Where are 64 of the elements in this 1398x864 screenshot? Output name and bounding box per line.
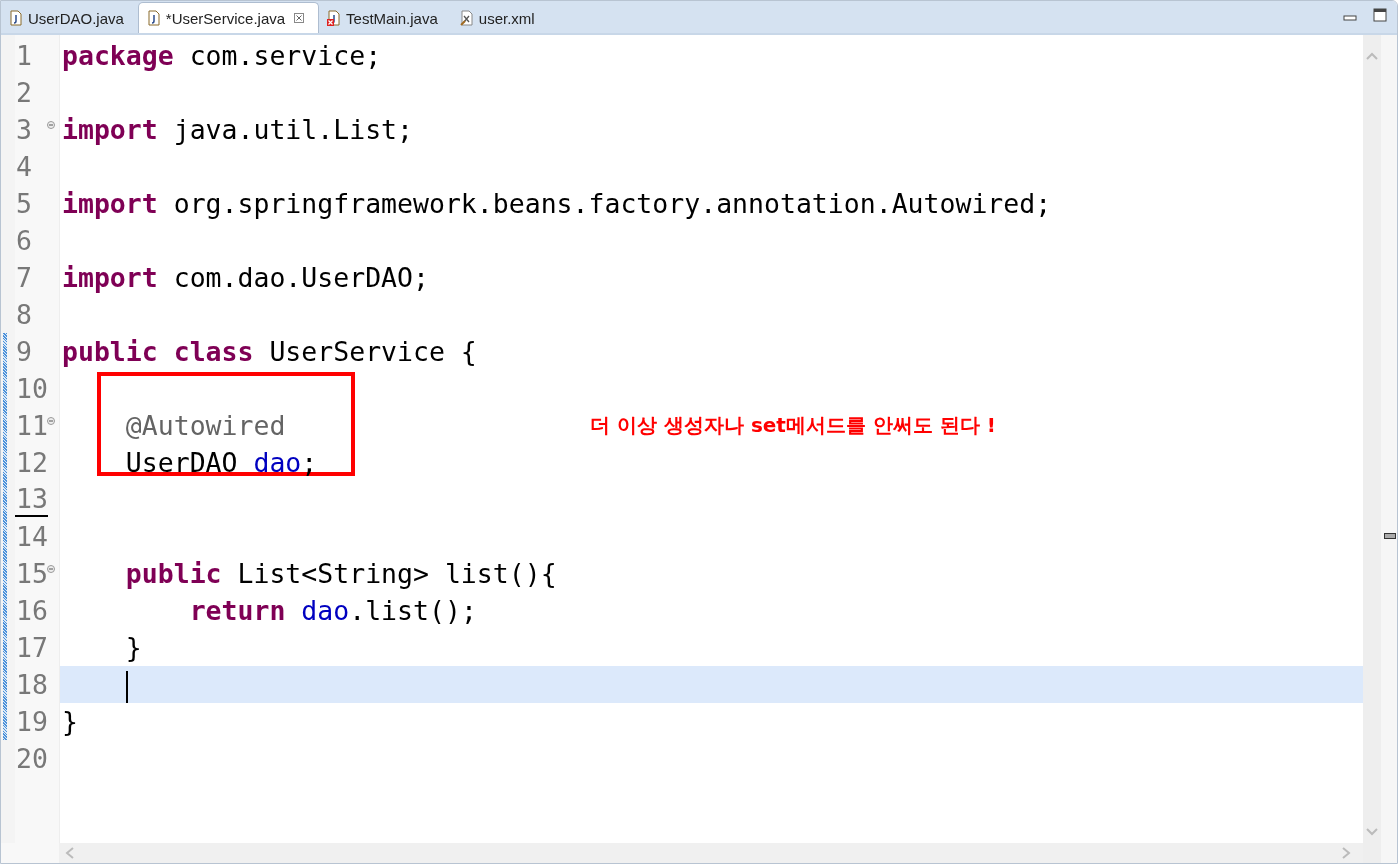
scroll-right-icon[interactable]: [1341, 847, 1351, 859]
line-number: 16: [15, 594, 48, 628]
field-name: dao: [301, 595, 350, 626]
line-number: 15: [15, 557, 48, 591]
keyword: package: [62, 40, 174, 71]
line-number: 13: [15, 482, 48, 517]
line-number: 7: [15, 261, 32, 295]
editor-tab[interactable]: UserDAO.java: [1, 3, 138, 33]
text-cursor: [125, 670, 128, 703]
annotation: @Autowired: [124, 410, 286, 441]
code-text: org.springframework.beans.factory.annotation.Autowired;: [172, 188, 1052, 219]
scroll-up-icon[interactable]: [1366, 51, 1378, 61]
code-text: ;: [301, 447, 318, 478]
maximize-icon[interactable]: [1373, 7, 1389, 23]
keyword: return: [188, 595, 287, 626]
code-text: java.util.List;: [172, 114, 413, 145]
keyword: public: [124, 558, 222, 589]
scroll-down-icon[interactable]: [1366, 827, 1378, 837]
annotation-note: 더 이상 생성자나 set메서드를 안써도 된다 !: [590, 412, 996, 439]
line-number: 20: [15, 742, 48, 776]
scroll-left-icon[interactable]: [65, 847, 75, 859]
close-icon[interactable]: [294, 13, 305, 23]
java-file-icon: [146, 10, 161, 26]
java-file-icon: [327, 10, 342, 26]
code-text: com.service;: [188, 40, 382, 71]
java-file-icon: [9, 10, 23, 26]
line-number: 4: [15, 150, 32, 184]
line-number: 1: [15, 39, 32, 73]
collapse-icon[interactable]: [47, 121, 55, 129]
field-name: dao: [253, 447, 302, 478]
keyword: import: [62, 262, 158, 293]
editor-tab[interactable]: TestMain.java: [319, 3, 452, 33]
line-number: 14: [15, 520, 48, 554]
code-text: .list();: [349, 595, 477, 626]
line-number: 10: [15, 372, 48, 406]
code-text: UserDAO: [124, 447, 239, 478]
code-text: }: [124, 632, 142, 663]
minimize-icon[interactable]: [1343, 13, 1359, 23]
keyword: import: [62, 188, 158, 219]
line-number: 5: [15, 187, 32, 221]
keyword: import: [62, 114, 158, 145]
keyword: public class: [62, 336, 254, 367]
line-number: 3: [15, 113, 32, 147]
vertical-scrollbar[interactable]: [1363, 35, 1381, 863]
collapse-icon[interactable]: [47, 417, 55, 425]
overview-marker[interactable]: [1384, 533, 1396, 539]
code-text: UserService {: [268, 336, 477, 367]
line-number: 8: [15, 298, 32, 332]
xml-file-icon: [459, 10, 474, 26]
line-number: 2: [15, 76, 32, 110]
editor-tab[interactable]: user.xml: [451, 3, 549, 33]
line-number: 11: [15, 409, 48, 443]
horizontal-scrollbar[interactable]: [1, 843, 1363, 863]
line-number: 12: [15, 446, 48, 480]
line-number: 17: [15, 631, 48, 665]
code-text: }: [62, 706, 78, 737]
code-text: List<String> list(){: [236, 558, 557, 589]
code-text: com.dao.UserDAO;: [172, 262, 429, 293]
editor-tab[interactable]: *UserService.java: [137, 2, 320, 33]
line-number: 6: [15, 224, 32, 258]
line-number: 9: [15, 335, 32, 369]
collapse-icon[interactable]: [47, 565, 55, 573]
line-number: 19: [15, 705, 48, 739]
line-number: 18: [15, 668, 48, 702]
